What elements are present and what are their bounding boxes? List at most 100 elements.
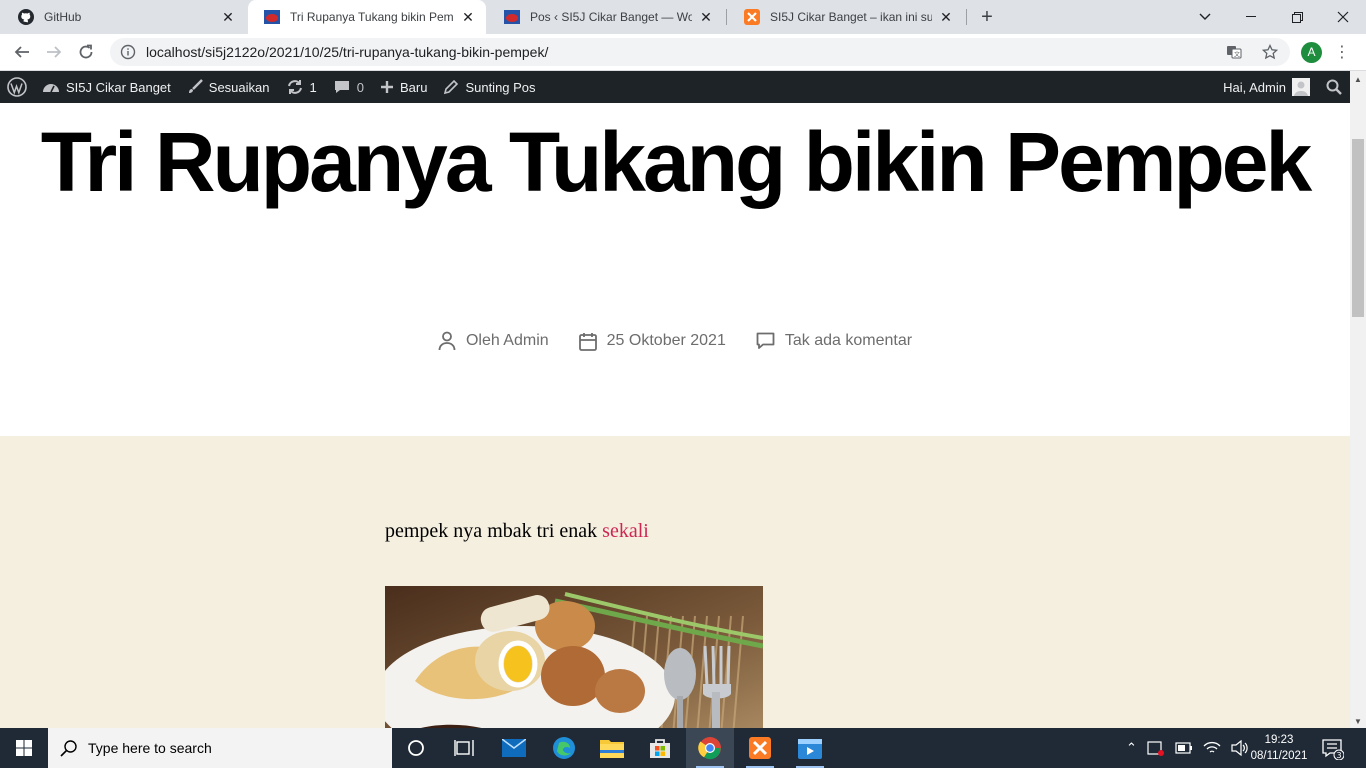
file-explorer-icon[interactable] bbox=[588, 728, 636, 768]
store-icon[interactable] bbox=[636, 728, 684, 768]
tab-strip: GitHub ✕ Tri Rupanya Tukang bikin Pempek… bbox=[0, 0, 1366, 34]
scroll-up-icon[interactable]: ▲ bbox=[1354, 75, 1362, 84]
tab-site-home[interactable]: SI5J Cikar Banget – ikan ini super ✕ bbox=[728, 0, 964, 34]
edge-browser-icon[interactable] bbox=[540, 728, 588, 768]
xampp-taskbar-icon[interactable] bbox=[736, 728, 784, 768]
svg-text:文: 文 bbox=[1234, 51, 1240, 59]
scroll-thumb[interactable] bbox=[1352, 139, 1364, 317]
tab-wp-posts[interactable]: Pos ‹ SI5J Cikar Banget — WordPress ✕ bbox=[488, 0, 724, 34]
clock-time: 19:23 bbox=[1264, 734, 1294, 746]
taskbar-search-input[interactable]: Type here to search bbox=[48, 728, 392, 768]
my-account-menu[interactable]: Hai, Admin bbox=[1215, 71, 1318, 103]
author-text: Oleh Admin bbox=[465, 332, 549, 349]
customize-link[interactable]: Sesuaikan bbox=[179, 71, 278, 103]
back-icon[interactable] bbox=[8, 38, 36, 66]
system-tray: ⌃ bbox=[1126, 728, 1249, 768]
tab-separator bbox=[966, 9, 967, 25]
task-view-icon[interactable] bbox=[440, 728, 488, 768]
url-text: localhost/si5j2122o/2021/10/25/tri-rupan… bbox=[146, 44, 549, 60]
updates-count: 1 bbox=[309, 79, 317, 95]
chrome-icon[interactable] bbox=[686, 728, 734, 768]
comments-text: Tak ada komentar bbox=[784, 332, 913, 349]
site-name: SI5J Cikar Banget bbox=[66, 79, 171, 95]
post-author[interactable]: Oleh Admin bbox=[438, 331, 549, 351]
taskbar-clock[interactable]: 19:23 08/11/2021 bbox=[1242, 732, 1316, 764]
meet-now-icon[interactable] bbox=[1147, 740, 1165, 756]
tab-separator bbox=[726, 9, 727, 25]
scroll-down-icon[interactable]: ▼ bbox=[1354, 717, 1362, 726]
new-tab-button[interactable]: + bbox=[976, 6, 998, 28]
user-icon bbox=[438, 331, 456, 351]
edit-post-label: Sunting Pos bbox=[465, 79, 536, 95]
wp-admin-bar: SI5J Cikar Banget Sesuaikan 1 0 Baru Sun… bbox=[0, 71, 1350, 103]
comments-link[interactable]: 0 bbox=[325, 71, 372, 103]
page-scrollbar[interactable]: ▲ ▼ bbox=[1350, 71, 1366, 728]
translate-icon[interactable]: 文 bbox=[1226, 44, 1242, 60]
clock-date: 08/11/2021 bbox=[1250, 750, 1308, 762]
close-tab-icon[interactable]: ✕ bbox=[220, 9, 236, 25]
tab-title: SI5J Cikar Banget – ikan ini super bbox=[770, 10, 932, 24]
pencil-icon bbox=[444, 79, 459, 95]
close-tab-icon[interactable]: ✕ bbox=[698, 9, 714, 25]
tab-current-post[interactable]: Tri Rupanya Tukang bikin Pempek ✕ bbox=[248, 0, 486, 34]
comment-icon bbox=[334, 81, 349, 93]
reload-icon[interactable] bbox=[72, 38, 100, 66]
dashboard-icon bbox=[43, 84, 59, 93]
cortana-icon[interactable] bbox=[392, 728, 440, 768]
show-hidden-icons-icon[interactable]: ⌃ bbox=[1126, 740, 1137, 756]
video-editor-icon[interactable] bbox=[786, 728, 834, 768]
wifi-icon[interactable] bbox=[1203, 740, 1221, 756]
action-center-icon[interactable]: 3 bbox=[1322, 738, 1345, 761]
forward-icon[interactable] bbox=[40, 38, 68, 66]
close-window-icon[interactable] bbox=[1320, 0, 1366, 34]
notification-count: 3 bbox=[1336, 751, 1341, 760]
close-tab-icon[interactable]: ✕ bbox=[938, 9, 954, 25]
tab-search-icon[interactable] bbox=[1182, 0, 1228, 34]
windows-taskbar: Type here to search ⌃ 19:23 08/11/2021 3 bbox=[0, 728, 1366, 768]
site-favicon-icon bbox=[504, 9, 520, 25]
mail-app-icon[interactable] bbox=[490, 728, 538, 768]
post-paragraph: pempek nya mbak tri enak sekali bbox=[385, 520, 649, 543]
post-comments[interactable]: Tak ada komentar bbox=[756, 331, 912, 351]
site-favicon-icon bbox=[264, 9, 280, 25]
greeting: Hai, Admin bbox=[1223, 79, 1286, 95]
tab-github[interactable]: GitHub ✕ bbox=[2, 0, 246, 34]
address-bar[interactable]: localhost/si5j2122o/2021/10/25/tri-rupan… bbox=[110, 38, 1290, 66]
post-title: Tri Rupanya Tukang bikin Pempek bbox=[40, 115, 1312, 209]
profile-avatar[interactable]: A bbox=[1301, 42, 1322, 63]
plus-icon bbox=[380, 81, 393, 93]
updates-link[interactable]: 1 bbox=[278, 71, 325, 103]
windows-start-icon[interactable] bbox=[0, 728, 48, 768]
post-page: Tri Rupanya Tukang bikin Pempek Oleh Adm… bbox=[0, 103, 1350, 728]
post-content: pempek nya mbak tri enak sekali bbox=[0, 436, 1350, 728]
search-icon bbox=[60, 740, 77, 757]
bookmark-star-icon[interactable] bbox=[1262, 44, 1278, 60]
calendar-icon bbox=[578, 332, 597, 351]
restore-icon[interactable] bbox=[1274, 0, 1320, 34]
post-date[interactable]: 25 Oktober 2021 bbox=[578, 331, 726, 351]
post-meta: Oleh Admin 25 Oktober 2021 Tak ada komen… bbox=[0, 331, 1350, 351]
tab-title: GitHub bbox=[44, 10, 82, 24]
battery-icon[interactable] bbox=[1175, 742, 1193, 754]
customize-label: Sesuaikan bbox=[208, 79, 270, 95]
github-icon bbox=[18, 9, 34, 25]
site-info-icon[interactable] bbox=[120, 44, 136, 60]
updates-icon bbox=[287, 80, 302, 94]
user-avatar-icon bbox=[1292, 78, 1310, 96]
pempek-photo bbox=[385, 586, 763, 728]
site-name-menu[interactable]: SI5J Cikar Banget bbox=[34, 71, 179, 103]
admin-search-icon[interactable] bbox=[1318, 71, 1350, 103]
browser-toolbar: localhost/si5j2122o/2021/10/25/tri-rupan… bbox=[0, 34, 1366, 71]
new-content-menu[interactable]: Baru bbox=[372, 71, 435, 103]
comments-count: 0 bbox=[356, 79, 364, 95]
edit-post-link[interactable]: Sunting Pos bbox=[435, 71, 543, 103]
paragraph-link[interactable]: sekali bbox=[602, 520, 649, 542]
xampp-icon bbox=[744, 9, 760, 25]
browser-menu-icon[interactable]: ⋮ bbox=[1334, 42, 1350, 63]
paragraph-text: pempek nya mbak tri enak bbox=[385, 520, 603, 542]
wordpress-logo-icon[interactable] bbox=[0, 71, 34, 103]
brush-icon bbox=[188, 79, 203, 93]
search-placeholder: Type here to search bbox=[88, 740, 212, 756]
close-tab-icon[interactable]: ✕ bbox=[460, 9, 476, 25]
minimize-icon[interactable] bbox=[1228, 0, 1274, 34]
